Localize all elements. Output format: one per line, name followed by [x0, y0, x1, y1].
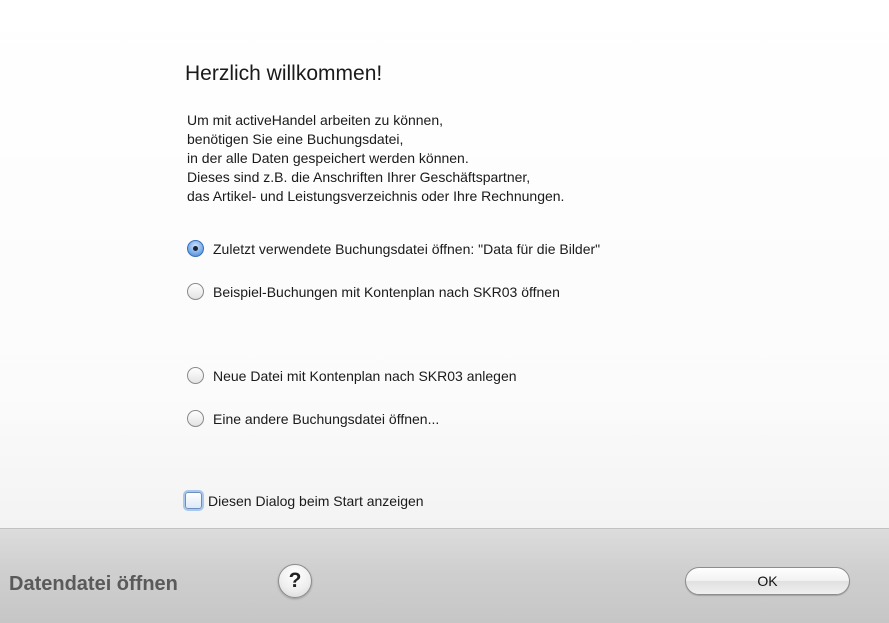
- option-sample-bookings[interactable]: Beispiel-Buchungen mit Kontenplan nach S…: [187, 283, 560, 300]
- intro-line: benötigen Sie eine Buchungsdatei,: [187, 131, 404, 147]
- radio-button-selected[interactable]: [187, 240, 204, 257]
- radio-button[interactable]: [187, 410, 204, 427]
- option-new-file[interactable]: Neue Datei mit Kontenplan nach SKR03 anl…: [187, 367, 517, 384]
- option-label: Beispiel-Buchungen mit Kontenplan nach S…: [213, 283, 560, 300]
- radio-button[interactable]: [187, 367, 204, 384]
- option-last-file[interactable]: Zuletzt verwendete Buchungsdatei öffnen:…: [187, 240, 600, 257]
- intro-line: Um mit activeHandel arbeiten zu können,: [187, 112, 444, 128]
- help-button[interactable]: ?: [278, 564, 312, 598]
- intro-line: in der alle Daten gespeichert werden kön…: [187, 150, 469, 166]
- ok-button[interactable]: OK: [685, 567, 850, 595]
- show-on-start-option[interactable]: Diesen Dialog beim Start anzeigen: [185, 492, 424, 509]
- intro-line: das Artikel- und Leistungsverzeichnis od…: [187, 188, 565, 204]
- radio-button[interactable]: [187, 283, 204, 300]
- dialog-title: Herzlich willkommen!: [185, 62, 383, 85]
- show-on-start-checkbox[interactable]: [185, 492, 202, 509]
- dialog-footer: Datendatei öffnen ? OK: [0, 528, 889, 623]
- help-icon: ?: [288, 569, 302, 592]
- option-label: Zuletzt verwendete Buchungsdatei öffnen:…: [213, 240, 601, 257]
- option-open-other-file[interactable]: Eine andere Buchungsdatei öffnen...: [187, 410, 439, 427]
- option-label: Neue Datei mit Kontenplan nach SKR03 anl…: [213, 367, 517, 384]
- footer-title: Datendatei öffnen: [9, 573, 178, 595]
- show-on-start-label: Diesen Dialog beim Start anzeigen: [208, 492, 424, 509]
- option-label: Eine andere Buchungsdatei öffnen...: [213, 410, 440, 427]
- intro-line: Dieses sind z.B. die Anschriften Ihrer G…: [187, 169, 531, 185]
- dialog-content: Herzlich willkommen! Um mit activeHandel…: [0, 0, 889, 528]
- intro-text: Um mit activeHandel arbeiten zu können, …: [187, 111, 564, 206]
